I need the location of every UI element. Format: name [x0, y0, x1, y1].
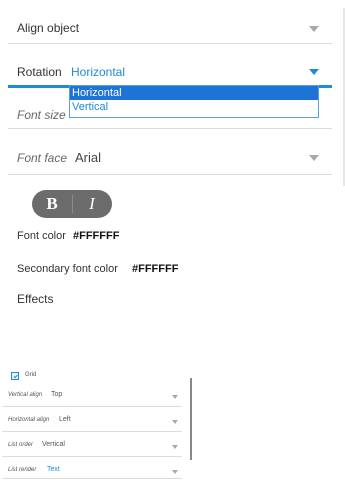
chevron-down-icon — [309, 69, 319, 75]
chevron-down-icon — [172, 395, 178, 399]
grid-checkbox[interactable] — [11, 372, 19, 380]
rotation-option-horizontal[interactable]: Horizontal — [70, 86, 318, 100]
effects-section[interactable]: Effects — [17, 292, 117, 308]
list-order-dropdown[interactable]: List order Vertical — [2, 437, 182, 457]
rotation-label: Rotation — [17, 65, 62, 79]
grid-label: Grid — [25, 372, 37, 378]
rotation-option-label: Vertical — [72, 101, 109, 113]
font-color-row[interactable]: Font color #FFFFFF — [17, 230, 217, 246]
chevron-down-icon — [172, 420, 178, 424]
align-object-dropdown[interactable]: Align object — [8, 12, 332, 44]
chevron-down-icon — [309, 26, 319, 32]
font-color-value: #FFFFFF — [73, 230, 120, 242]
list-render-value: Text — [47, 466, 60, 473]
align-object-label: Align object — [17, 21, 80, 35]
check-icon — [13, 374, 18, 379]
list-order-label: List order — [8, 442, 34, 448]
rotation-option-label: Horizontal — [72, 87, 122, 99]
small-panel-scrollbar[interactable] — [190, 378, 192, 460]
vertical-align-label: Vertical align — [8, 392, 43, 398]
grid-checkbox-row[interactable]: Grid — [11, 371, 91, 383]
rotation-dropdown[interactable]: Rotation Horizontal — [8, 56, 332, 88]
rotation-value: Horizontal — [71, 65, 126, 79]
font-face-value: Arial — [75, 150, 102, 165]
chevron-down-icon — [172, 470, 178, 474]
list-render-label: List render — [8, 467, 37, 473]
secondary-font-color-label: Secondary font color — [17, 263, 118, 275]
horizontal-align-value: Left — [59, 416, 71, 423]
chevron-down-icon — [172, 445, 178, 449]
italic-button[interactable]: I — [72, 190, 112, 218]
vertical-align-dropdown[interactable]: Vertical align Top — [2, 387, 182, 407]
list-render-dropdown[interactable]: List render Text — [2, 463, 182, 479]
vertical-align-value: Top — [51, 391, 63, 398]
font-color-label: Font color — [17, 230, 66, 242]
font-size-label: Font size — [17, 108, 66, 122]
horizontal-align-label: Horizontal align — [8, 417, 50, 423]
font-face-dropdown[interactable]: Font face Arial — [8, 141, 332, 175]
secondary-font-color-value: #FFFFFF — [132, 263, 179, 275]
rotation-options-list: Horizontal Vertical — [69, 85, 319, 118]
secondary-font-color-row[interactable]: Secondary font color #FFFFFF — [17, 263, 237, 279]
horizontal-align-dropdown[interactable]: Horizontal align Left — [2, 412, 182, 432]
rotation-option-vertical[interactable]: Vertical — [70, 100, 318, 114]
font-face-label: Font face — [17, 151, 68, 165]
effects-label: Effects — [17, 292, 54, 306]
chevron-down-icon — [309, 155, 319, 161]
bold-button[interactable]: B — [32, 190, 72, 218]
text-style-toggle: B I — [32, 190, 112, 218]
list-order-value: Vertical — [42, 441, 65, 448]
